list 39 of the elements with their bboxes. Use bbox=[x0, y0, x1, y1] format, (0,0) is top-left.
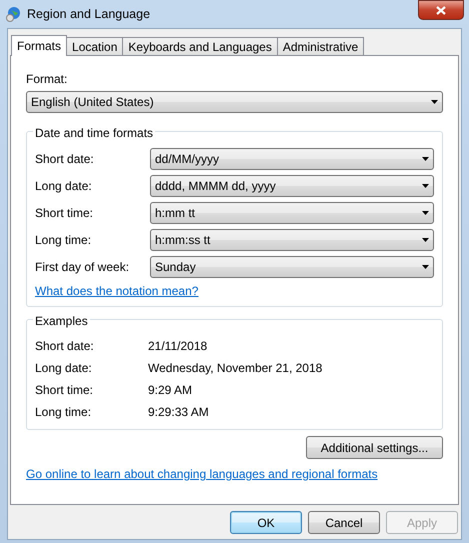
example-value: Wednesday, November 21, 2018 bbox=[148, 360, 322, 377]
tab[interactable]: Formats bbox=[11, 35, 68, 56]
field-label: Long date: bbox=[35, 178, 93, 195]
dropdown[interactable]: Sunday bbox=[150, 256, 434, 278]
globe-icon bbox=[5, 6, 21, 22]
dialog-button[interactable]: Cancel bbox=[308, 511, 380, 534]
example-label: Short date: bbox=[35, 338, 95, 355]
field-label: First day of week: bbox=[35, 259, 130, 276]
dropdown[interactable]: h:mm tt bbox=[150, 202, 434, 224]
dropdown[interactable]: dddd, MMMM dd, yyyy bbox=[150, 175, 434, 197]
field-label: Short date: bbox=[35, 151, 95, 168]
example-label: Long time: bbox=[35, 404, 92, 421]
dropdown-arrow-icon bbox=[422, 184, 429, 188]
example-value: 9:29 AM bbox=[148, 382, 192, 399]
close-icon bbox=[436, 6, 446, 14]
dropdown[interactable]: h:mm:ss tt bbox=[150, 229, 434, 251]
example-value: 21/11/2018 bbox=[148, 338, 208, 355]
dropdown-arrow-icon bbox=[422, 211, 429, 215]
example-label: Short time: bbox=[35, 382, 94, 399]
tab[interactable]: Administrative bbox=[276, 37, 364, 55]
close-button[interactable] bbox=[418, 0, 464, 20]
dropdown-arrow-icon bbox=[422, 157, 429, 161]
tab[interactable]: Location bbox=[66, 37, 124, 55]
dropdown[interactable]: English (United States) bbox=[26, 91, 443, 113]
dropdown-arrow-icon bbox=[431, 100, 438, 104]
dropdown[interactable]: dd/MM/yyyy bbox=[150, 148, 434, 170]
notation-help-link[interactable]: What does the notation mean? bbox=[35, 284, 198, 298]
online-help-link[interactable]: Go online to learn about changing languages and regional formats bbox=[26, 467, 378, 481]
window-title: Region and Language bbox=[27, 6, 150, 23]
dropdown-arrow-icon bbox=[422, 265, 429, 269]
format-label: Format: bbox=[26, 71, 68, 88]
example-label: Long date: bbox=[35, 360, 93, 377]
dialog-button[interactable]: OK bbox=[230, 511, 302, 534]
field-label: Short time: bbox=[35, 205, 94, 222]
dropdown-arrow-icon bbox=[422, 238, 429, 242]
field-label: Long time: bbox=[35, 232, 92, 249]
example-value: 9:29:33 AM bbox=[148, 404, 209, 421]
additional-settings-button[interactable]: Additional settings... bbox=[306, 436, 443, 459]
tab[interactable]: Keyboards and Languages bbox=[122, 37, 278, 55]
